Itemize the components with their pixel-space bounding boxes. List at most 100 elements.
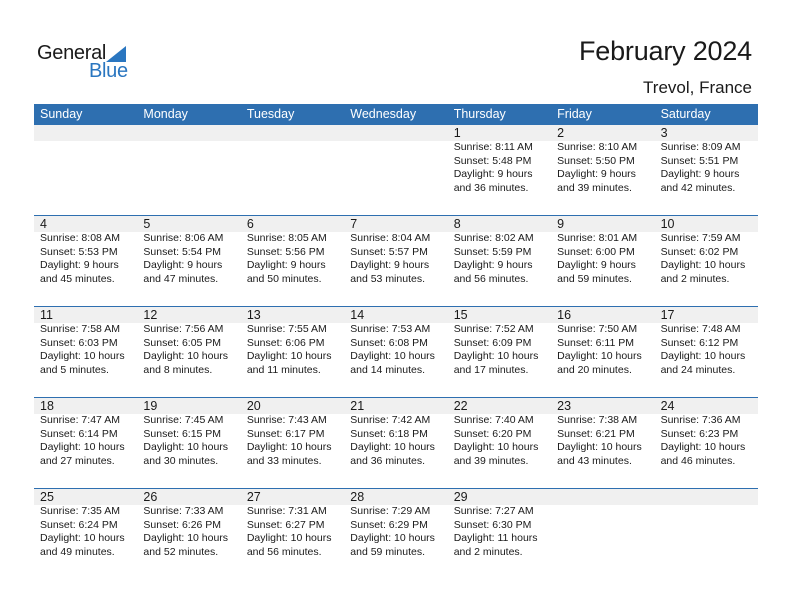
empty-day-cell [655, 489, 758, 559]
daylight-hours: Daylight: 10 hours [143, 532, 229, 544]
weekday-label: Monday [143, 107, 188, 121]
day-cell: 29 Sunrise: 7:27 AM Sunset: 6:30 PM Dayligh… [448, 489, 551, 559]
daylight-hours: Daylight: 10 hours [143, 441, 229, 453]
week-row: 4 Sunrise: 8:08 AM Sunset: 5:53 PM Daylight… [34, 215, 758, 306]
day-number: 19 [143, 399, 158, 413]
sunrise-time: Sunrise: 8:04 AM [350, 232, 431, 244]
day-cell: 13 Sunrise: 7:55 AM Sunset: 6:06 PM Dayligh… [241, 307, 344, 377]
daylight-hours: Daylight: 10 hours [40, 350, 125, 362]
daylight-minutes: and 47 minutes. [143, 272, 219, 285]
daylight-minutes: and 14 minutes. [350, 363, 425, 376]
day-cell: 17 Sunrise: 7:48 AM Sunset: 6:12 PM Dayligh… [655, 307, 758, 377]
day-number: 27 [246, 490, 261, 504]
day-cell: 25 Sunrise: 7:35 AM Sunset: 6:24 PM Dayligh… [34, 489, 137, 559]
day-cell: 6 Sunrise: 8:05 AM Sunset: 5:56 PM Daylight… [241, 216, 344, 286]
daylight-hours: Daylight: 10 hours [350, 532, 435, 544]
empty-day-cell [34, 125, 137, 195]
daylight-minutes: and 53 minutes. [350, 272, 425, 285]
day-number: 8 [453, 217, 461, 231]
daylight-hours: Daylight: 9 hours [453, 259, 533, 271]
sunset-time: Sunset: 5:56 PM [246, 245, 325, 258]
daylight-minutes: and 30 minutes. [143, 454, 219, 467]
daylight-minutes: and 24 minutes. [660, 363, 736, 376]
week-cells: 11 Sunrise: 7:58 AM Sunset: 6:03 PM Dayligh… [34, 307, 758, 377]
day-number: 14 [350, 308, 365, 322]
day-cell: 12 Sunrise: 7:56 AM Sunset: 6:05 PM Dayligh… [137, 307, 240, 377]
sunset-time: Sunset: 6:03 PM [40, 336, 118, 349]
day-number: 23 [557, 399, 572, 413]
daylight-hours: Daylight: 10 hours [557, 441, 642, 453]
daylight-hours: Daylight: 9 hours [660, 168, 740, 180]
day-cell: 26 Sunrise: 7:33 AM Sunset: 6:26 PM Dayligh… [137, 489, 240, 559]
sunset-time: Sunset: 6:08 PM [350, 336, 428, 349]
empty-day-cell [241, 125, 344, 195]
sunrise-time: Sunrise: 7:52 AM [453, 323, 534, 335]
day-number: 20 [246, 399, 261, 413]
day-number: 9 [557, 217, 565, 231]
daylight-hours: Daylight: 10 hours [246, 532, 332, 544]
day-number: 13 [246, 308, 261, 322]
sunrise-time: Sunrise: 7:33 AM [143, 505, 224, 517]
day-number: 1 [453, 126, 461, 140]
sunrise-time: Sunrise: 7:48 AM [660, 323, 741, 335]
day-number: 25 [40, 490, 54, 504]
sunrise-time: Sunrise: 8:05 AM [246, 232, 327, 244]
daylight-minutes: and 17 minutes. [453, 363, 529, 376]
day-number: 11 [40, 308, 53, 322]
daylight-hours: Daylight: 9 hours [246, 259, 326, 271]
daylight-minutes: and 20 minutes. [557, 363, 632, 376]
sunrise-time: Sunrise: 7:42 AM [350, 414, 431, 426]
daylight-hours: Daylight: 10 hours [143, 350, 229, 362]
daylight-minutes: and 39 minutes. [557, 181, 632, 194]
day-cell: 4 Sunrise: 8:08 AM Sunset: 5:53 PM Daylight… [34, 216, 137, 286]
daylight-hours: Daylight: 10 hours [40, 441, 125, 453]
daylight-hours: Daylight: 10 hours [660, 441, 746, 453]
daylight-minutes: and 36 minutes. [453, 181, 529, 194]
location-subtitle: Trevol, France [643, 78, 752, 97]
sunrise-time: Sunrise: 7:58 AM [40, 323, 120, 335]
sunrise-time: Sunrise: 7:36 AM [660, 414, 741, 426]
empty-day-cell [344, 125, 447, 195]
sunset-time: Sunset: 6:09 PM [453, 336, 532, 349]
sunset-time: Sunset: 6:21 PM [557, 427, 635, 440]
day-number: 29 [453, 490, 468, 504]
sunset-time: Sunset: 5:57 PM [350, 245, 428, 258]
daylight-hours: Daylight: 10 hours [40, 532, 125, 544]
day-cell: 24 Sunrise: 7:36 AM Sunset: 6:23 PM Dayligh… [655, 398, 758, 468]
sunset-time: Sunset: 6:12 PM [660, 336, 739, 349]
daylight-minutes: and 27 minutes. [40, 454, 115, 467]
daylight-hours: Daylight: 9 hours [453, 168, 533, 180]
sunset-time: Sunset: 6:15 PM [143, 427, 222, 440]
weekday-label: Tuesday [246, 107, 295, 121]
sunrise-time: Sunrise: 7:59 AM [660, 232, 741, 244]
day-number: 18 [40, 399, 54, 413]
sunrise-time: Sunrise: 7:43 AM [246, 414, 327, 426]
day-number: 12 [143, 308, 158, 322]
page-title: February 2024 [578, 36, 752, 66]
sunrise-time: Sunrise: 7:31 AM [246, 505, 327, 517]
sunset-time: Sunset: 6:17 PM [246, 427, 325, 440]
day-cell: 28 Sunrise: 7:29 AM Sunset: 6:29 PM Dayligh… [344, 489, 447, 559]
day-cell: 15 Sunrise: 7:52 AM Sunset: 6:09 PM Dayligh… [448, 307, 551, 377]
week-cells: 1 Sunrise: 8:11 AM Sunset: 5:48 PM Daylight… [34, 125, 758, 195]
daylight-minutes: and 50 minutes. [246, 272, 322, 285]
daylight-minutes: and 33 minutes. [246, 454, 322, 467]
daylight-hours: Daylight: 10 hours [453, 350, 539, 362]
sunset-time: Sunset: 6:06 PM [246, 336, 325, 349]
sunrise-time: Sunrise: 7:38 AM [557, 414, 638, 426]
sunset-time: Sunset: 6:20 PM [453, 427, 532, 440]
sunrise-time: Sunrise: 8:08 AM [40, 232, 120, 244]
week-row: 18 Sunrise: 7:47 AM Sunset: 6:14 PM Dayligh… [34, 397, 758, 488]
week-cells: 18 Sunrise: 7:47 AM Sunset: 6:14 PM Dayligh… [34, 398, 758, 468]
sunset-time: Sunset: 6:29 PM [350, 518, 428, 531]
sunset-time: Sunset: 6:02 PM [660, 245, 739, 258]
day-cell: 7 Sunrise: 8:04 AM Sunset: 5:57 PM Daylight… [344, 216, 447, 286]
sunset-time: Sunset: 6:26 PM [143, 518, 222, 531]
daylight-hours: Daylight: 10 hours [660, 259, 746, 271]
day-cell: 21 Sunrise: 7:42 AM Sunset: 6:18 PM Dayligh… [344, 398, 447, 468]
daylight-minutes: and 59 minutes. [557, 272, 632, 285]
week-row: 1 Sunrise: 8:11 AM Sunset: 5:48 PM Daylight… [34, 125, 758, 215]
sunset-time: Sunset: 6:11 PM [557, 336, 634, 349]
day-cell: 19 Sunrise: 7:45 AM Sunset: 6:15 PM Dayligh… [137, 398, 240, 468]
daylight-hours: Daylight: 9 hours [557, 168, 636, 180]
